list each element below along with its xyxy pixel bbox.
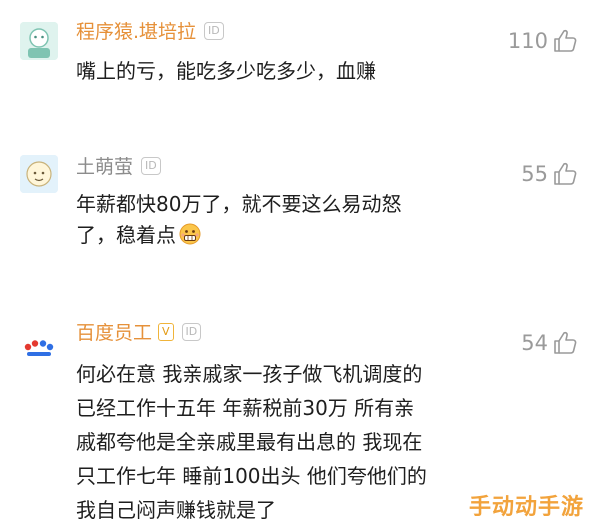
username-text[interactable]: 土萌萤 (76, 156, 133, 178)
like-count: 54 (521, 331, 548, 355)
username[interactable]: 土萌萤 ID (76, 155, 161, 179)
comment-line: 我自己闷声赚钱就是了 (76, 498, 276, 522)
avatar[interactable] (20, 22, 58, 60)
verified-badge: V (158, 322, 174, 341)
id-badge: ID (141, 156, 161, 175)
comment-text: 何必在意 我亲戚家一孩子做飞机调度的 已经工作十五年 年薪税前30万 所有亲 戚… (76, 357, 516, 527)
like-count: 110 (507, 29, 548, 53)
comment-line: 年薪都快80万了，就不要这么易动怒 (76, 192, 402, 216)
thumbs-up-icon (554, 162, 577, 185)
comment-line: 了，稳着点 (76, 223, 176, 247)
comment-line: 戚都夸他是全亲戚里最有出息的 我现在 (76, 430, 423, 454)
avatar-robot-icon (20, 22, 58, 60)
username-text[interactable]: 百度员工 (76, 322, 152, 344)
comment-line-with-emoji: 了，稳着点 (76, 220, 516, 251)
comment-line: 何必在意 我亲戚家一孩子做飞机调度的 (76, 362, 423, 386)
watermark: 手动动手游 (468, 495, 584, 520)
id-badge: ID (181, 322, 202, 341)
like-button[interactable]: 54 (521, 330, 578, 356)
comment-text: 嘴上的亏，能吃多少吃多少，血赚 (76, 56, 516, 87)
comment-text: 年薪都快80万了，就不要这么易动怒 了，稳着点 (76, 189, 516, 251)
comment-line: 已经工作十五年 年薪税前30万 所有亲 (76, 396, 415, 420)
thumbs-up-icon (554, 29, 577, 52)
baidu-logo-icon (20, 328, 58, 366)
like-button[interactable]: 55 (521, 161, 578, 187)
avatar[interactable] (20, 328, 58, 366)
comment-line: 嘴上的亏，能吃多少吃多少，血赚 (76, 59, 376, 83)
username[interactable]: 百度员工 V ID (76, 321, 202, 345)
id-badge: ID (204, 21, 224, 40)
like-count: 55 (521, 162, 548, 186)
thumbs-up-icon (554, 331, 577, 354)
avatar-cartoon-icon (20, 155, 58, 193)
like-button[interactable]: 110 (508, 28, 578, 54)
username[interactable]: 程序猿.堪培拉 ID (76, 20, 224, 44)
comment-line: 只工作七年 睡前100出头 他们夸他们的 (76, 464, 427, 488)
avatar[interactable] (20, 155, 58, 193)
username-text[interactable]: 程序猿.堪培拉 (76, 21, 196, 43)
grimacing-face-emoji-icon (179, 223, 201, 245)
